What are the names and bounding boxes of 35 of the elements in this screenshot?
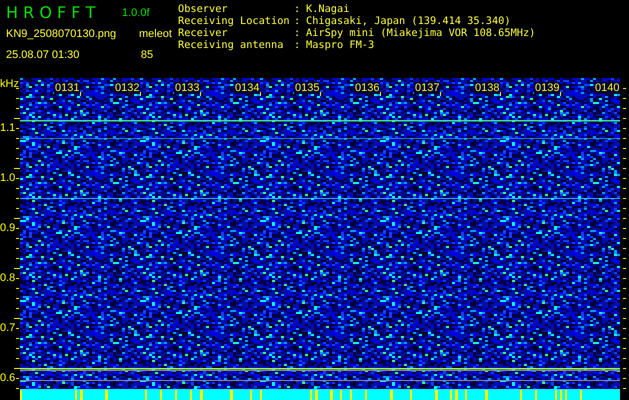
- time-label: 0135: [294, 82, 320, 94]
- time-label: 0132: [114, 82, 140, 94]
- time-label: 0139: [534, 82, 560, 94]
- info-label: Receiving Location: [178, 15, 291, 27]
- axis-tick-label: 0.8: [0, 272, 16, 284]
- info-label: Observer: [178, 3, 229, 15]
- time-label: 0138: [474, 82, 500, 94]
- mode-label: meleot: [138, 28, 172, 40]
- info-value: AirSpy mini (Miakejima VOR 108.65MHz): [306, 27, 536, 39]
- count-value: 85: [140, 49, 154, 61]
- axis-unit: kHz: [0, 78, 19, 90]
- axis-tick-label: 1.1: [0, 122, 16, 134]
- info-label: Receiving antenna: [178, 39, 284, 51]
- info-label: Receiver: [178, 27, 229, 39]
- axis-tick-label: 0.7: [0, 322, 16, 334]
- file-name: KN9_2508070130.png: [6, 28, 116, 40]
- axis-tick-label: 0.6: [0, 372, 16, 384]
- time-label: 0136: [354, 82, 380, 94]
- info-separator: :: [294, 3, 302, 15]
- info-separator: :: [294, 39, 302, 51]
- info-value: K.Nagai: [306, 3, 350, 15]
- app-title: H R O F F T: [6, 3, 96, 23]
- time-label: 0140: [594, 82, 620, 94]
- info-separator: :: [294, 27, 302, 39]
- info-value: Chigasaki, Japan (139.414 35.340): [306, 15, 512, 27]
- version-label: 1.0.0f: [122, 7, 150, 19]
- timestamp: 25.08.07 01:30: [6, 49, 80, 61]
- info-value: Maspro FM-3: [306, 39, 376, 51]
- axis-tick-label: 1.0: [0, 172, 16, 184]
- time-label: 0134: [234, 82, 260, 94]
- axis-tick-label: 0.9: [0, 222, 16, 234]
- time-label: 0133: [174, 82, 200, 94]
- info-separator: :: [294, 15, 302, 27]
- time-label: 0137: [414, 82, 440, 94]
- time-label: 0131: [54, 82, 80, 94]
